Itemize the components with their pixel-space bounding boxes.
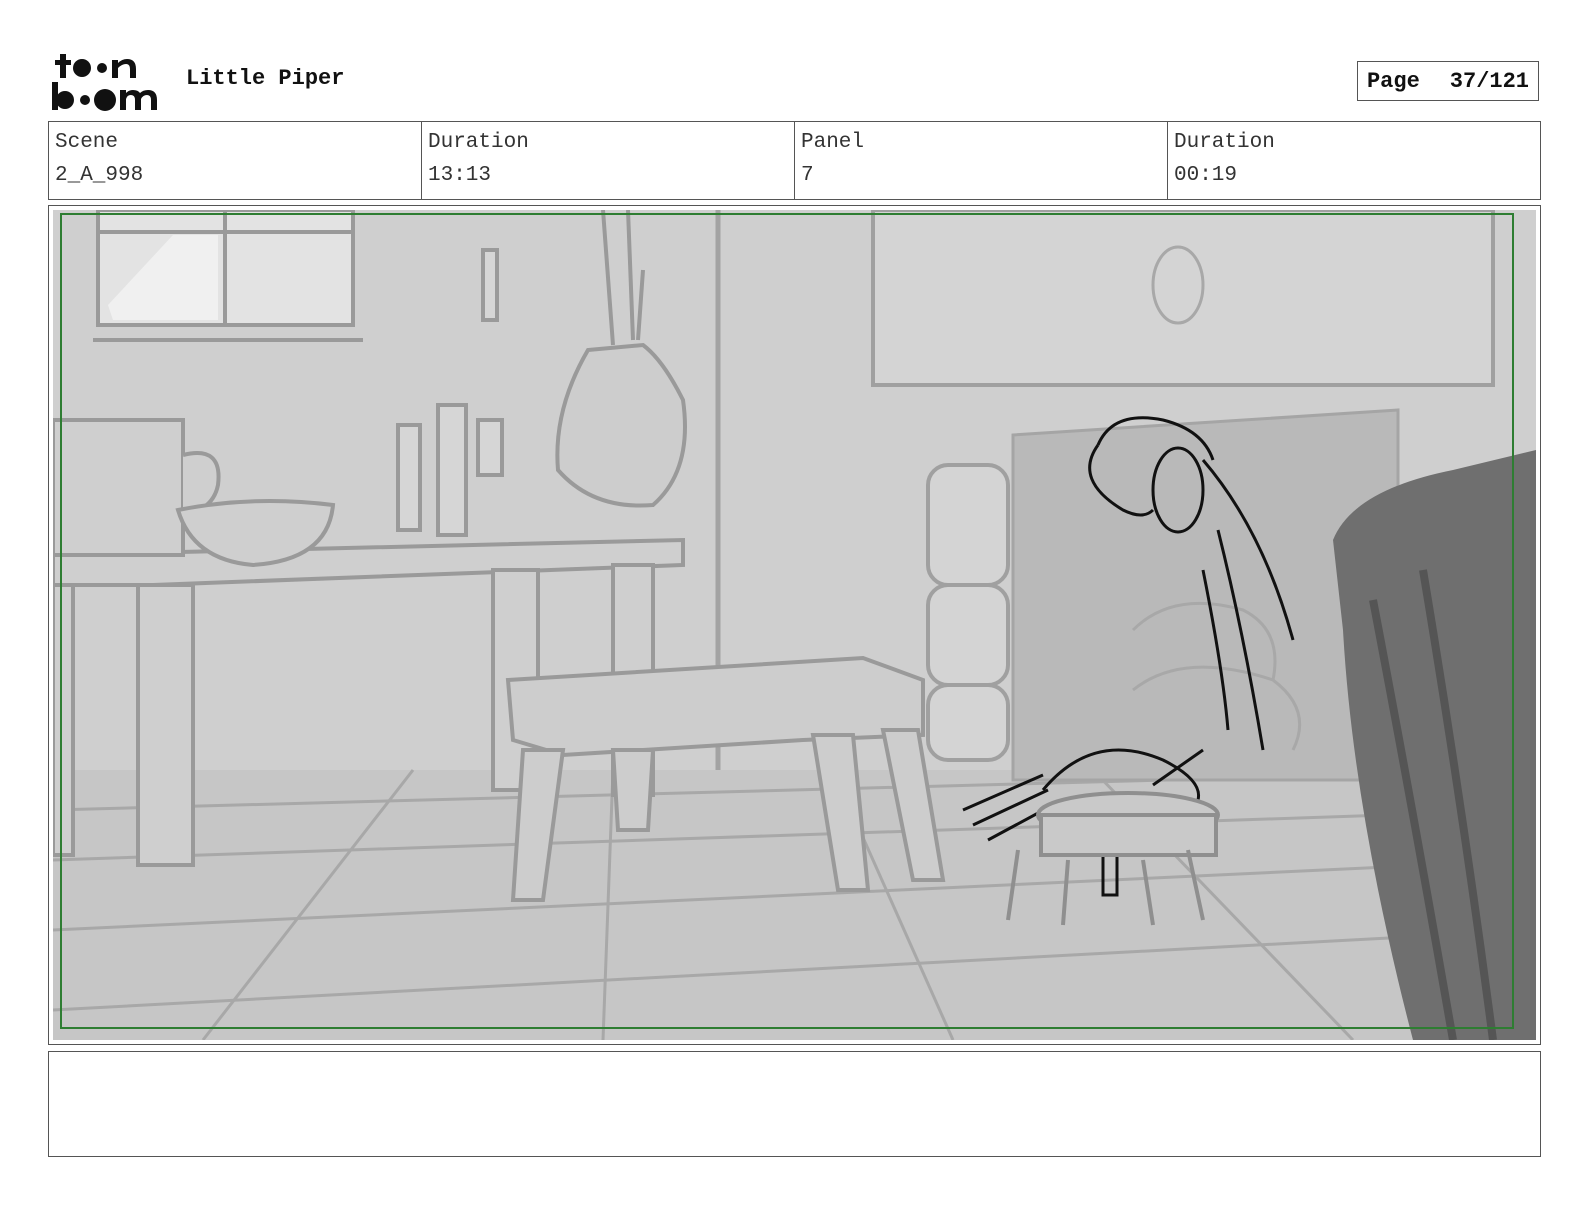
panel-notes (48, 1051, 1541, 1157)
panel-duration-cell: Duration 00:19 (1168, 122, 1540, 199)
scene-duration-cell: Duration 13:13 (422, 122, 795, 199)
scene-duration-label: Duration (428, 131, 529, 154)
panel-value: 7 (801, 164, 814, 187)
project-title: Little Piper (186, 66, 345, 91)
scene-label: Scene (55, 131, 119, 154)
scene-info-table: Scene 2_A_998 Duration 13:13 Panel 7 Dur… (48, 121, 1541, 200)
panel-duration-label: Duration (1174, 131, 1275, 154)
storyboard-panel (48, 205, 1541, 1045)
scene-cell: Scene 2_A_998 (49, 122, 422, 199)
page-indicator: Page 37/121 (1357, 61, 1539, 101)
scene-duration-value: 13:13 (428, 164, 492, 187)
panel-cell: Panel 7 (795, 122, 1168, 199)
page-label: Page (1366, 68, 1420, 94)
toon-boom-logo (52, 54, 157, 111)
scene-value: 2_A_998 (55, 164, 144, 187)
panel-sketch (53, 210, 1536, 1040)
page-number: 37/121 (1449, 68, 1530, 94)
panel-label: Panel (801, 131, 865, 154)
panel-duration-value: 00:19 (1174, 164, 1238, 187)
